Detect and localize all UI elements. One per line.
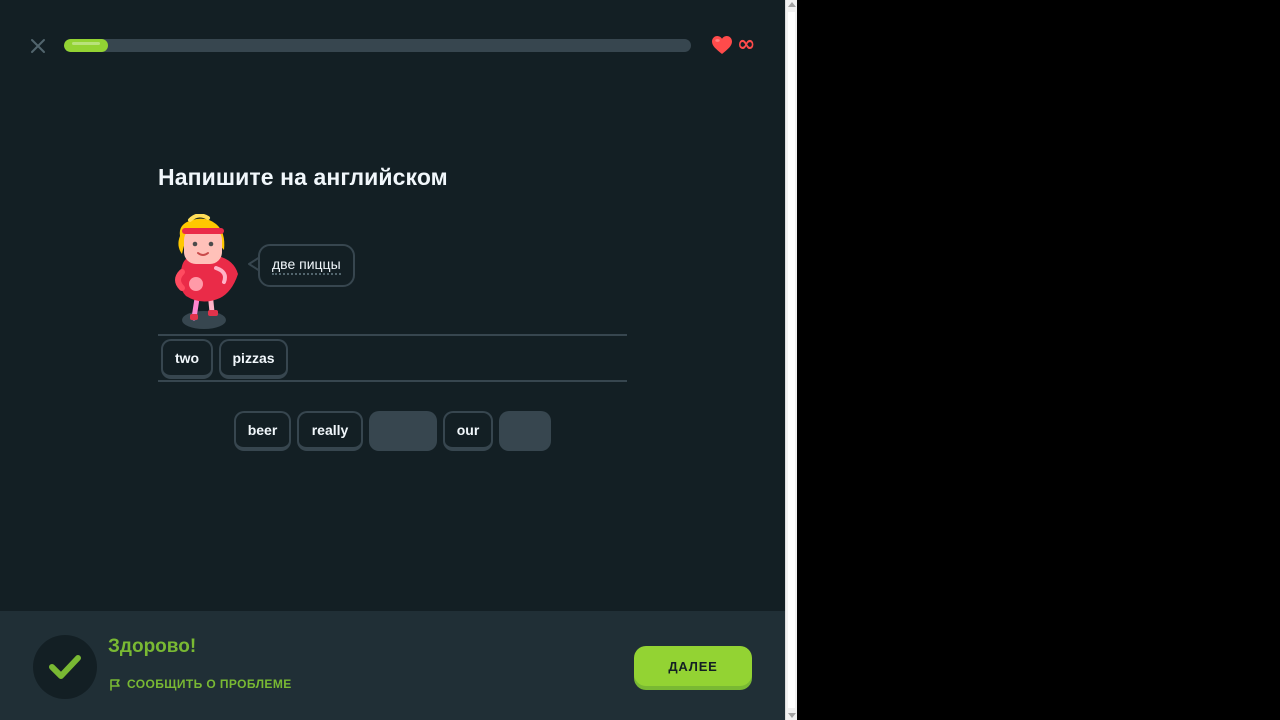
result-title: Здорово! xyxy=(108,636,197,657)
success-badge xyxy=(33,635,97,699)
hearts-count: ∞ xyxy=(737,32,756,57)
heart-icon xyxy=(712,36,732,54)
answer-word-chip[interactable]: two xyxy=(161,339,213,379)
word-bank-chip[interactable]: really xyxy=(297,411,363,451)
feedback-footer: Здорово! СООБЩИТЬ О ПРОБЛЕМЕ ДАЛЕЕ xyxy=(0,611,785,720)
next-button[interactable]: ДАЛЕЕ xyxy=(634,646,752,686)
word-bank-chip[interactable]: our xyxy=(443,411,493,451)
progress-shine xyxy=(72,42,100,45)
word-bank-placeholder xyxy=(369,411,437,451)
scrollbar-thumb[interactable] xyxy=(788,12,795,708)
flag-icon xyxy=(110,679,120,691)
word-bank-chip[interactable]: beer xyxy=(234,411,291,451)
scrollbar[interactable] xyxy=(785,0,797,720)
hearts-counter[interactable]: ∞ xyxy=(711,32,756,57)
prompt-text[interactable]: две пиццы xyxy=(272,256,341,275)
speech-bubble: две пиццы xyxy=(258,244,355,287)
close-button[interactable] xyxy=(28,36,48,56)
progress-bar xyxy=(64,39,691,52)
answer-line-top xyxy=(158,334,627,336)
scroll-up-icon[interactable] xyxy=(788,2,796,7)
check-icon xyxy=(49,655,81,679)
answer-word-chip[interactable]: pizzas xyxy=(219,339,288,379)
close-icon xyxy=(31,39,45,53)
word-bank-placeholder xyxy=(499,411,551,451)
scroll-down-icon[interactable] xyxy=(788,713,796,718)
character-illustration xyxy=(175,214,238,329)
report-problem-link[interactable]: СООБЩИТЬ О ПРОБЛЕМЕ xyxy=(108,677,292,691)
exercise-title: Напишите на английском xyxy=(158,164,448,190)
lesson-screen: ∞ Напишите на английском две пиццы two p… xyxy=(0,0,785,720)
progress-fill xyxy=(64,39,108,52)
answer-line-bottom xyxy=(158,380,627,382)
report-problem-label: СООБЩИТЬ О ПРОБЛЕМЕ xyxy=(127,677,292,691)
